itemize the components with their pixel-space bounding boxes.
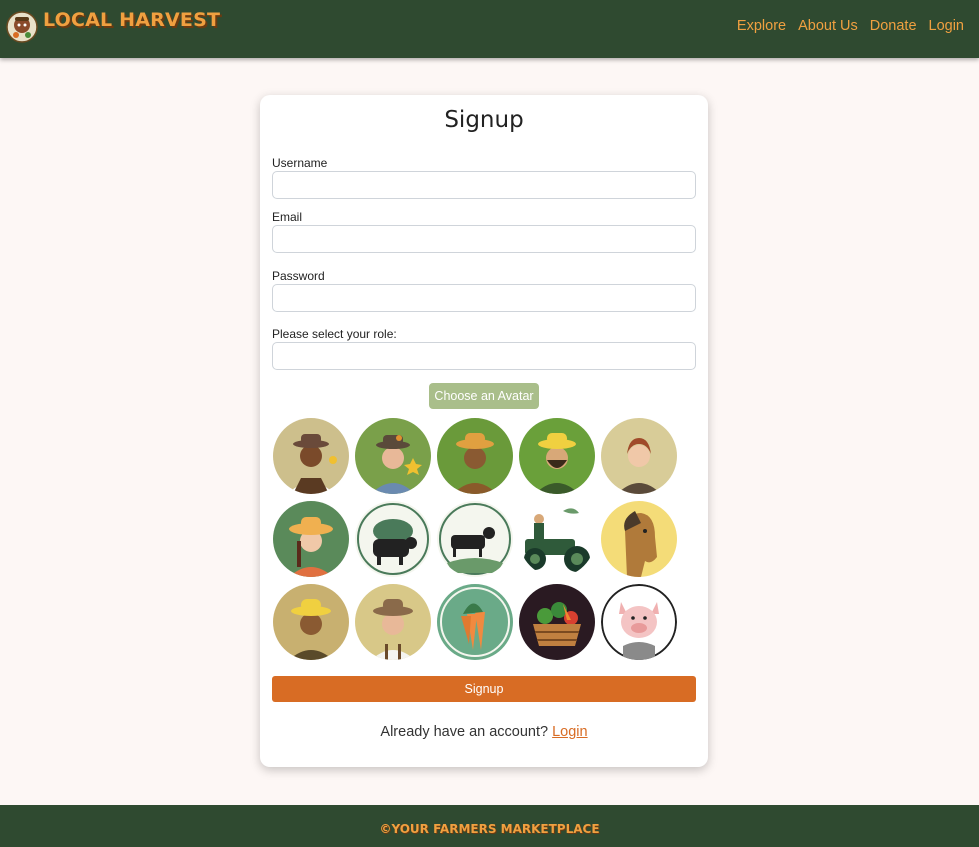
signup-card: Signup Username Email Password Please se… (260, 95, 708, 767)
main-nav: Explore About Us Donate Login (737, 18, 964, 34)
footer-text: ©YOUR FARMERS MARKETPLACE (379, 822, 600, 836)
login-prompt: Already have an account? Login (260, 724, 708, 740)
password-label: Password (272, 269, 325, 283)
avatar-farmer-woman-green-hat[interactable] (355, 418, 431, 494)
avatar-farmer-man-brown-hat[interactable] (355, 584, 431, 660)
brand-name[interactable]: LOCAL HARVEST (43, 9, 220, 31)
username-input[interactable] (272, 171, 696, 199)
avatar-carrots[interactable] (437, 584, 513, 660)
avatar-vegetable-basket[interactable] (519, 584, 595, 660)
avatar-pig[interactable] (601, 584, 677, 660)
role-select[interactable] (272, 342, 696, 370)
choose-avatar-button[interactable]: Choose an Avatar (429, 383, 539, 409)
login-link[interactable]: Login (552, 724, 587, 740)
avatar-farmer-woman-straw-hat[interactable] (437, 418, 513, 494)
login-prompt-text: Already have an account? (380, 724, 549, 740)
avatar-farmer-man-beard[interactable] (519, 418, 595, 494)
nav-donate[interactable]: Donate (870, 18, 917, 34)
avatar-farmer-woman-brown-hat[interactable] (273, 418, 349, 494)
password-input[interactable] (272, 284, 696, 312)
top-navbar: LOCAL HARVEST Explore About Us Donate Lo… (0, 0, 979, 58)
nav-about-us[interactable]: About Us (798, 18, 858, 34)
avatar-cow-field-emblem[interactable] (437, 501, 513, 577)
email-input[interactable] (272, 225, 696, 253)
footer: ©YOUR FARMERS MARKETPLACE (0, 805, 979, 847)
logo-icon[interactable] (6, 11, 38, 43)
avatar-farmer-woman-redhead[interactable] (601, 418, 677, 494)
signup-button[interactable]: Signup (272, 676, 696, 702)
username-label: Username (272, 156, 328, 170)
nav-explore[interactable]: Explore (737, 18, 786, 34)
avatar-cow-emblem[interactable] (355, 501, 431, 577)
nav-login[interactable]: Login (929, 18, 964, 34)
role-label: Please select your role: (272, 327, 397, 341)
email-label: Email (272, 210, 303, 224)
page-title: Signup (444, 107, 524, 133)
avatar-horse[interactable] (601, 501, 677, 577)
avatar-tractor-farmer[interactable] (519, 501, 595, 577)
avatar-farmer-girl-sunhat[interactable] (273, 501, 349, 577)
avatar-farmer-yellow-hat[interactable] (273, 584, 349, 660)
